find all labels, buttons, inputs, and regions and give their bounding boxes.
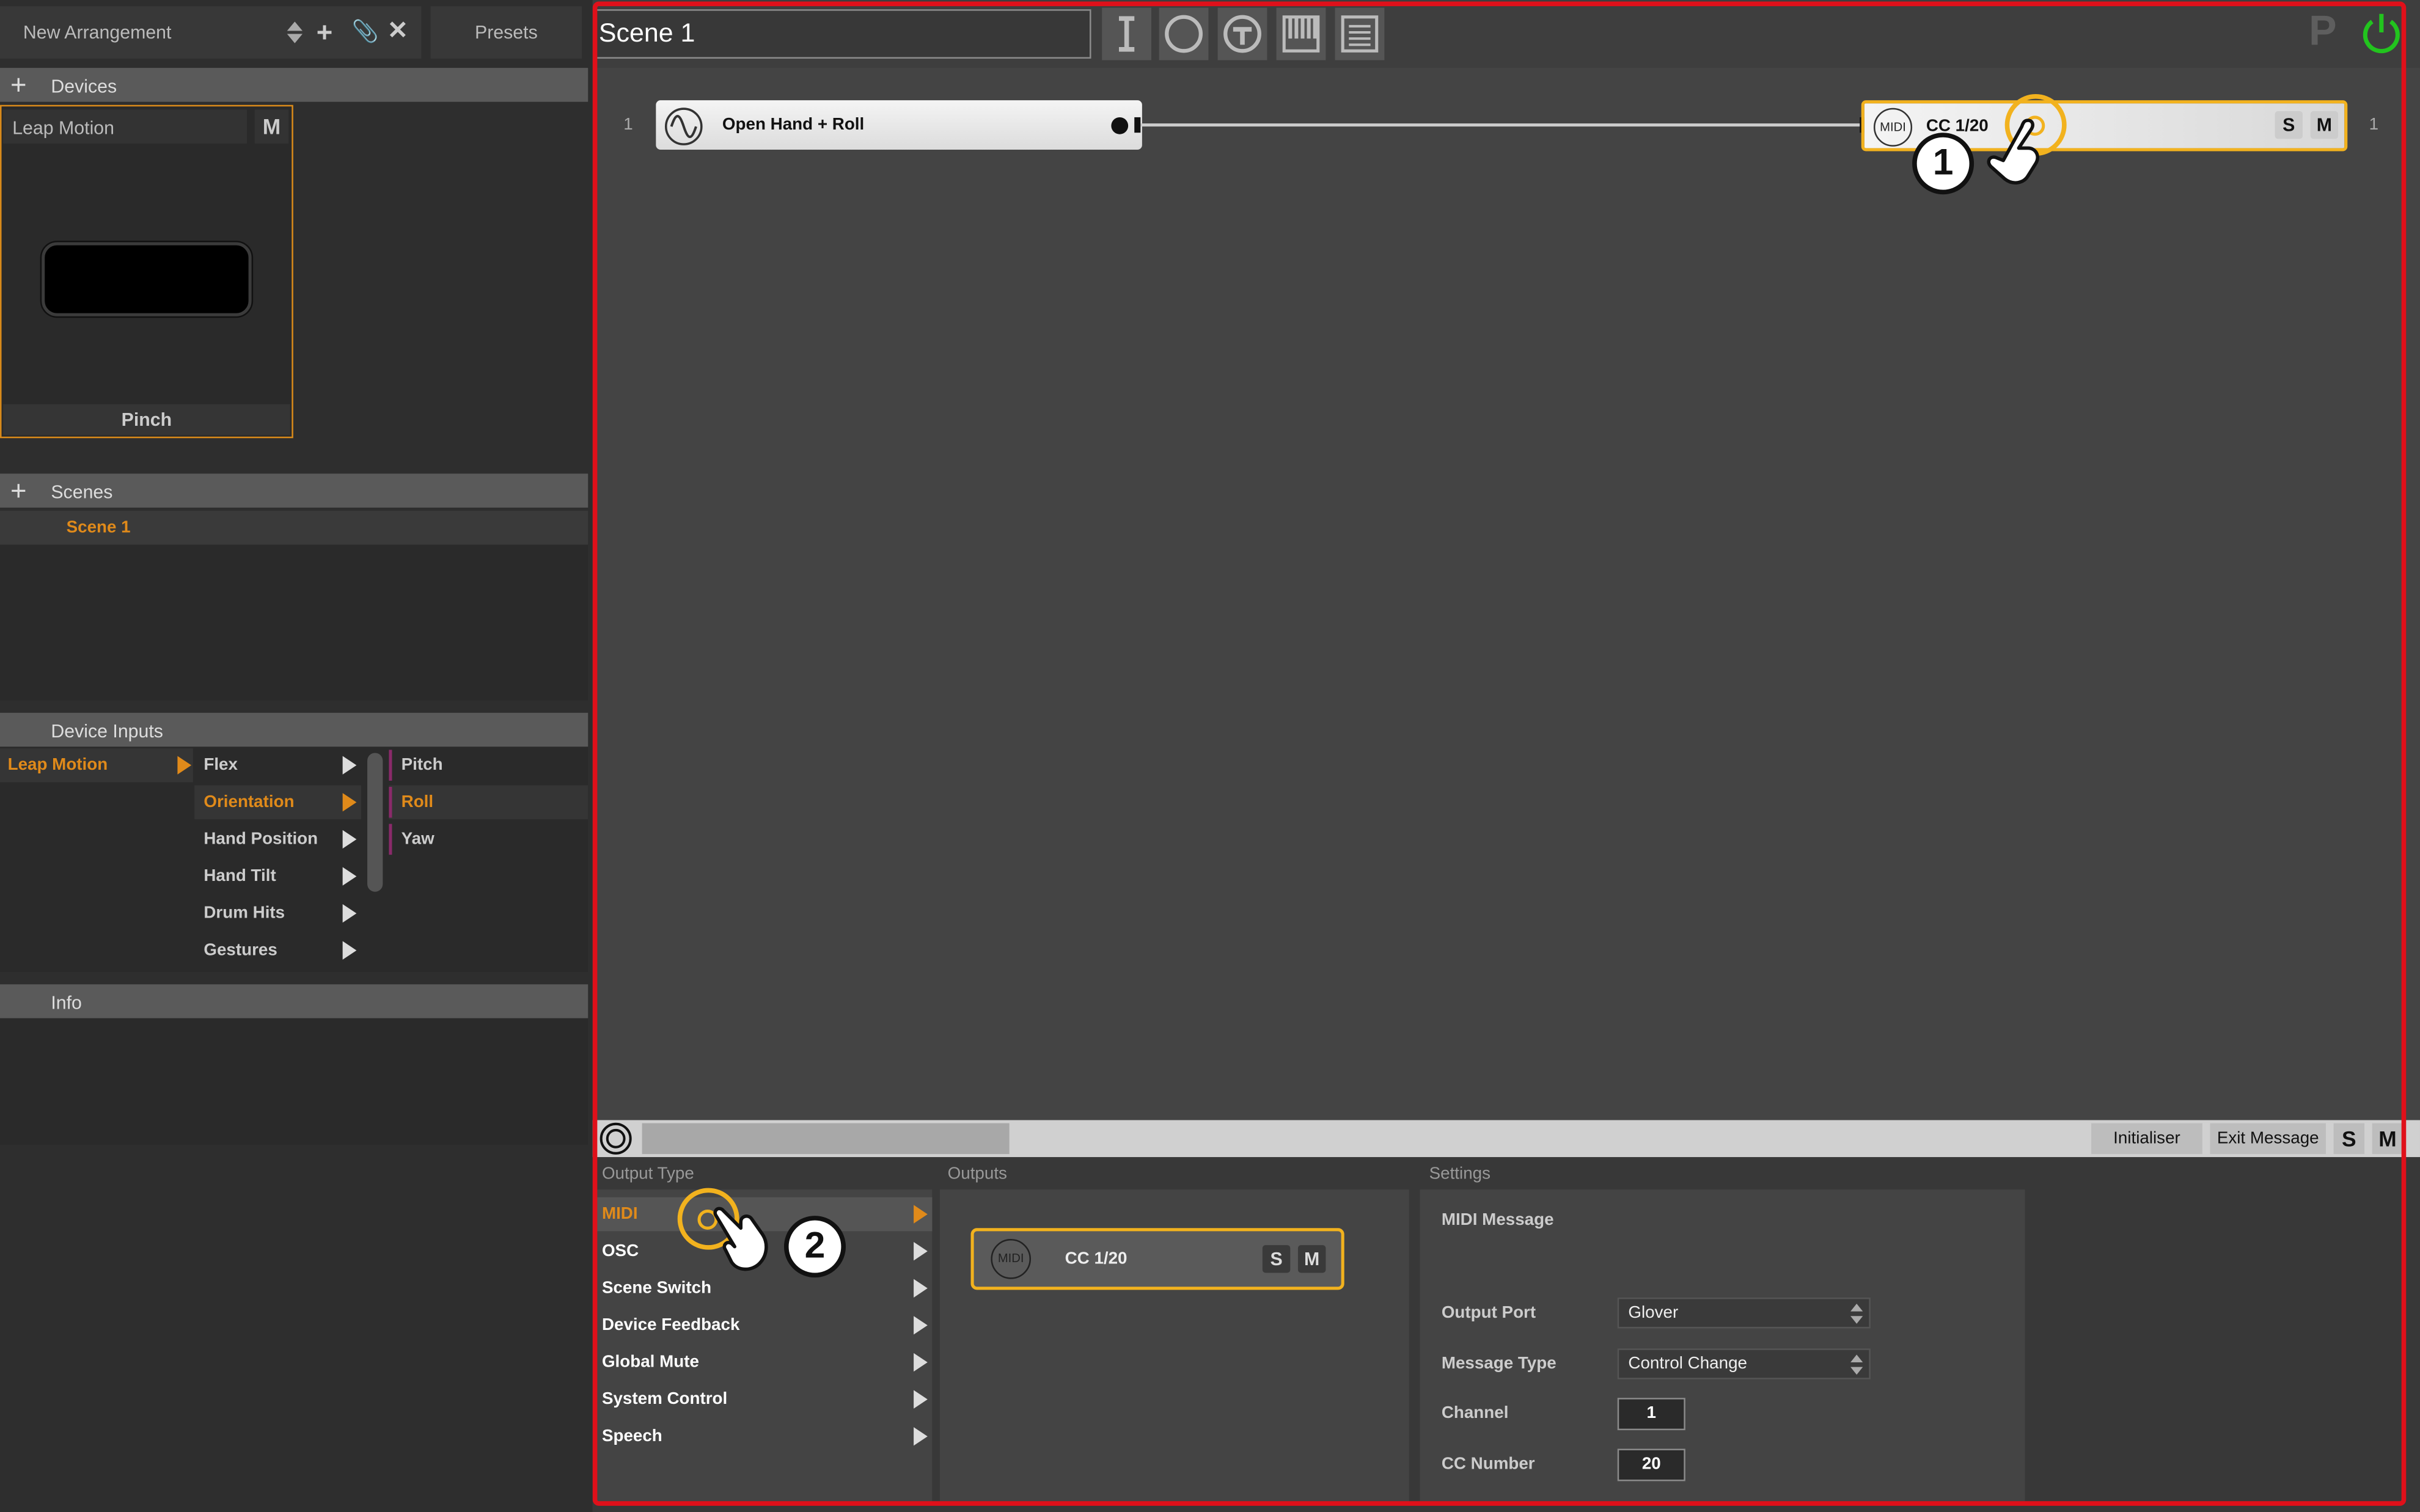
output-type-arrow-icon bbox=[914, 1316, 928, 1335]
device-gesture-label: Pinch bbox=[3, 404, 290, 436]
arrangement-select-icon[interactable] bbox=[287, 21, 302, 43]
subitem-marker bbox=[389, 750, 392, 781]
output-type-item[interactable]: System Control bbox=[602, 1390, 727, 1408]
presets-button[interactable]: Presets bbox=[430, 6, 582, 59]
paperclip-icon[interactable]: 📎 bbox=[352, 18, 379, 45]
category-item[interactable]: Hand Tilt bbox=[204, 867, 276, 885]
arrangement-name[interactable]: New Arrangement bbox=[23, 21, 172, 43]
category-item[interactable]: Drum Hits bbox=[204, 904, 285, 922]
info-body bbox=[0, 1018, 588, 1145]
category-arrow-icon bbox=[342, 941, 357, 960]
device-mute-button[interactable]: M bbox=[254, 109, 289, 144]
info-title: Info bbox=[51, 992, 82, 1014]
output-type-item[interactable]: Scene Switch bbox=[602, 1279, 711, 1298]
subitem-marker bbox=[389, 787, 392, 818]
device-name: Leap Motion bbox=[12, 117, 115, 139]
info-header bbox=[0, 984, 588, 1018]
add-scene-icon[interactable]: + bbox=[5, 473, 32, 508]
category-arrow-icon bbox=[342, 756, 357, 775]
category-arrow-icon bbox=[342, 867, 357, 886]
category-item[interactable]: Orientation bbox=[204, 793, 294, 811]
category-arrow-icon bbox=[342, 904, 357, 923]
output-type-arrow-icon bbox=[914, 1353, 928, 1372]
add-icon[interactable]: + bbox=[317, 17, 333, 49]
output-type-arrow-icon bbox=[914, 1242, 928, 1261]
devices-title: Devices bbox=[51, 75, 117, 98]
category-arrow-icon bbox=[342, 793, 357, 812]
scenes-title: Scenes bbox=[51, 481, 113, 503]
subitem-item[interactable]: Pitch bbox=[402, 756, 443, 774]
close-icon[interactable]: ✕ bbox=[387, 15, 408, 46]
scene-item-label[interactable]: Scene 1 bbox=[67, 519, 131, 537]
add-device-icon[interactable]: + bbox=[5, 68, 32, 102]
subitem-item[interactable]: Roll bbox=[402, 793, 433, 811]
output-type-item[interactable]: Speech bbox=[602, 1427, 662, 1445]
output-type-arrow-icon bbox=[914, 1390, 928, 1409]
category-scrollbar[interactable] bbox=[367, 753, 383, 892]
output-type-arrow-icon bbox=[914, 1205, 928, 1224]
subitem-marker bbox=[389, 824, 392, 855]
subitem-item[interactable]: Yaw bbox=[402, 830, 435, 849]
output-type-item[interactable]: MIDI bbox=[602, 1205, 638, 1223]
category-item[interactable]: Gestures bbox=[204, 941, 277, 960]
device-inputs-title: Device Inputs bbox=[51, 720, 163, 742]
category-item[interactable]: Hand Position bbox=[204, 830, 318, 849]
category-item[interactable]: Flex bbox=[204, 756, 238, 774]
device-gesture-display bbox=[42, 242, 252, 316]
output-type-arrow-icon bbox=[914, 1279, 928, 1298]
category-arrow-icon bbox=[342, 830, 357, 849]
output-type-item[interactable]: OSC bbox=[602, 1242, 639, 1260]
output-type-arrow-icon bbox=[914, 1427, 928, 1446]
input-device-label[interactable]: Leap Motion bbox=[8, 756, 108, 774]
highlight-frame bbox=[592, 1, 2407, 1506]
output-type-item[interactable]: Global Mute bbox=[602, 1353, 699, 1371]
output-type-item[interactable]: Device Feedback bbox=[602, 1316, 739, 1334]
input-device-arrow-icon bbox=[177, 756, 192, 775]
